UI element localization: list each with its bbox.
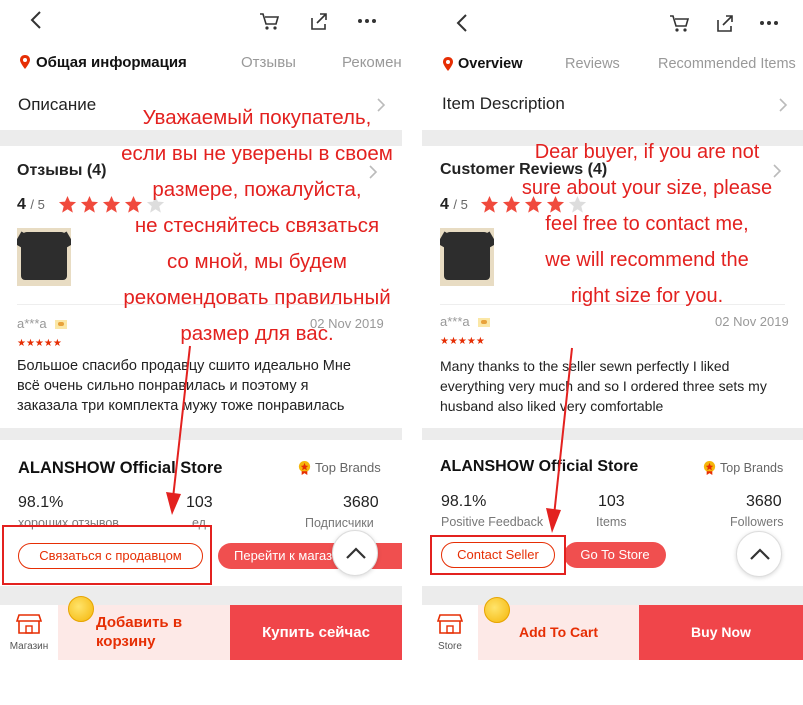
chevron-up-icon (346, 547, 366, 559)
followers-value: 3680 (746, 493, 782, 510)
flag-icon (477, 318, 490, 328)
star-icon (480, 195, 499, 213)
buy-now-button[interactable]: Купить сейчас (230, 605, 402, 660)
feedback-label: Positive Feedback (441, 515, 544, 529)
divider (402, 0, 422, 705)
chevron-right-icon (779, 98, 788, 112)
highlight-box (2, 525, 212, 585)
review-photo[interactable] (17, 228, 71, 286)
top-brands-badge-icon (298, 460, 311, 475)
top-brands-badge: Top Brands (702, 460, 783, 475)
followers-label: Подписчики (305, 516, 374, 530)
cart-icon[interactable] (258, 10, 280, 32)
top-bar: Overview Reviews Recommended Items (422, 0, 803, 90)
review-stars: ★★★★★ (440, 336, 485, 347)
tab-recommended[interactable]: Рекомен (342, 54, 402, 71)
back-arrow-icon[interactable] (452, 12, 474, 34)
coin-icon (68, 596, 94, 622)
items-value: 103 (598, 493, 625, 510)
store-icon (437, 614, 463, 634)
top-bar: Общая информация Отзывы Рекомен (0, 0, 402, 90)
tab-reviews[interactable]: Отзывы (241, 54, 296, 71)
feedback-value: 98.1% (18, 494, 64, 511)
share-icon[interactable] (714, 12, 736, 34)
review-stars: ★★★★★ (17, 338, 62, 349)
tab-recommended[interactable]: Recommended Items (658, 56, 796, 72)
tab-overview[interactable]: Общая информация (36, 54, 187, 71)
location-pin-icon (443, 57, 453, 71)
annotation-text: Уважаемый покупатель, если вы не уверены… (121, 106, 393, 345)
back-arrow-icon[interactable] (26, 9, 48, 31)
review-text: Many thanks to the seller sewn perfectly… (440, 358, 767, 414)
tab-overview[interactable]: Overview (458, 56, 523, 72)
store-name[interactable]: ALANSHOW Official Store (18, 459, 222, 478)
store-tab[interactable]: Store (422, 605, 478, 660)
tab-bar: Overview Reviews Recommended Items (422, 50, 803, 80)
description-title: Item Description (442, 94, 565, 113)
bottom-bar: Store Add To Cart Buy Now (422, 605, 803, 660)
scroll-top-button[interactable] (736, 531, 782, 577)
description-title: Описание (18, 95, 97, 114)
scroll-top-button[interactable] (332, 530, 378, 576)
review-text: Большое спасибо продавцу сшито идеально … (17, 358, 351, 414)
review-date: 02 Nov 2019 (715, 314, 789, 329)
reviews-title[interactable]: Отзывы (4) (17, 162, 106, 180)
store-name[interactable]: ALANSHOW Official Store (440, 458, 638, 476)
items-label: Items (596, 515, 627, 529)
star-icon (80, 195, 99, 213)
tab-reviews[interactable]: Reviews (565, 56, 620, 72)
location-pin-icon (20, 55, 30, 69)
store-tab[interactable]: Магазин (0, 605, 58, 660)
items-value: 103 (186, 494, 213, 511)
coin-icon (484, 597, 510, 623)
bottom-bar: Магазин Добавить в корзину Купить сейчас (0, 605, 402, 660)
top-brands-badge: Top Brands (297, 460, 381, 475)
description-row[interactable]: Item Description (422, 88, 803, 130)
followers-label: Followers (730, 515, 784, 529)
chevron-up-icon (750, 548, 770, 560)
tab-bar: Общая информация Отзывы Рекомен (0, 50, 402, 80)
buy-now-button[interactable]: Buy Now (639, 605, 803, 660)
right-screen-english: Overview Reviews Recommended Items Item … (422, 0, 803, 660)
reviewer-name: a***a (17, 316, 67, 331)
more-icon[interactable] (758, 12, 780, 34)
store-tab-label: Store (438, 641, 462, 652)
store-tab-label: Магазин (9, 641, 49, 652)
feedback-value: 98.1% (441, 493, 487, 510)
top-brands-badge-icon (703, 460, 716, 475)
highlight-box (430, 535, 566, 575)
rating-score: 4 / 5 (17, 196, 45, 213)
flag-icon (54, 320, 67, 330)
go-to-store-button[interactable]: Go To Store (564, 542, 666, 568)
rating-score: 4 / 5 (440, 196, 468, 213)
star-icon (58, 195, 77, 213)
review-photo[interactable] (440, 228, 494, 286)
reviewer-name: a***a (440, 314, 490, 329)
more-icon[interactable] (356, 10, 378, 32)
left-screen-russian: Общая информация Отзывы Рекомен Описание… (0, 0, 402, 660)
cart-icon[interactable] (668, 12, 690, 34)
followers-value: 3680 (343, 494, 379, 511)
store-icon (16, 614, 42, 634)
annotation-text: Dear buyer, if you are not sure about yo… (521, 141, 773, 307)
share-icon[interactable] (308, 10, 330, 32)
